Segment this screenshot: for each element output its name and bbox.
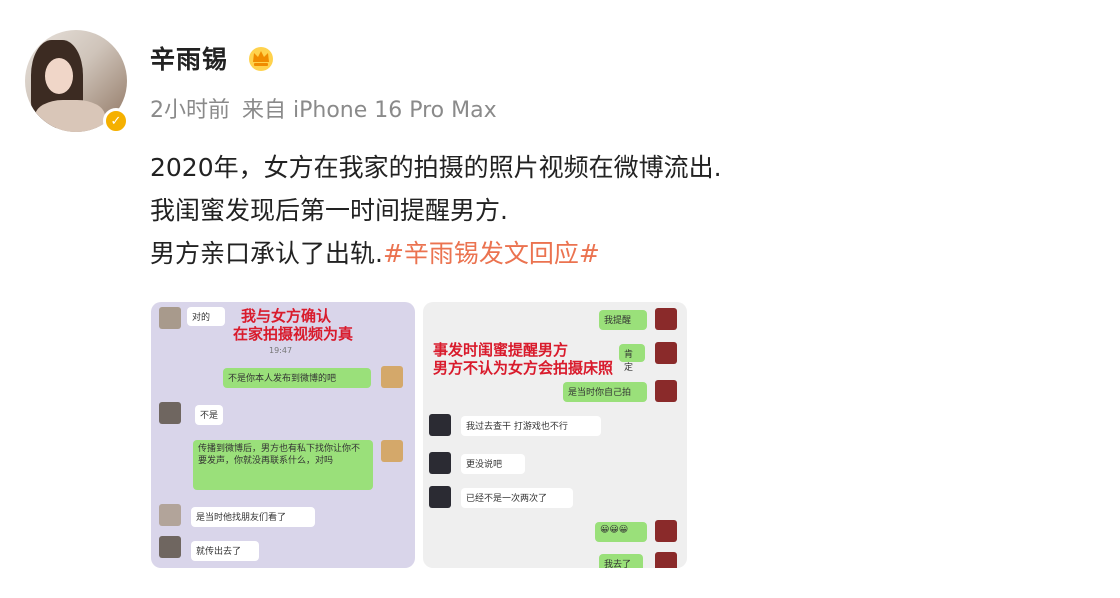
chat-avatar bbox=[159, 504, 181, 526]
post-image-2[interactable]: 我提醒 事发时闺蜜提醒男方 男方不认为女方会拍摄床照 肯定 是当时你自己拍 我过… bbox=[423, 302, 687, 568]
chat-avatar bbox=[381, 366, 403, 388]
chat-avatar bbox=[655, 520, 677, 542]
chat-message: 已经不是一次两次了 bbox=[461, 488, 573, 508]
chat-avatar bbox=[429, 414, 451, 436]
chat-message: 我提醒 bbox=[599, 310, 647, 330]
chat-message: 不是 bbox=[195, 405, 223, 425]
image-caption-line-1: 事发时闺蜜提醒男方 bbox=[433, 341, 569, 359]
chat-avatar bbox=[655, 552, 677, 568]
image-caption-line-2: 男方不认为女方会拍摄床照 bbox=[433, 359, 614, 377]
hashtag-link[interactable]: #辛雨锡发文回应# bbox=[383, 239, 600, 268]
image-caption-line-1: 我与女方确认 bbox=[241, 307, 332, 325]
username[interactable]: 辛雨锡 bbox=[150, 40, 228, 76]
post-meta: 2小时前 来自 iPhone 16 Pro Max bbox=[150, 92, 509, 124]
image-caption-line-2: 在家拍摄视频为真 bbox=[233, 325, 354, 343]
vip-crown-icon bbox=[249, 47, 273, 71]
avatar-body bbox=[35, 100, 105, 132]
chat-message: 对的 bbox=[187, 307, 225, 326]
chat-message: 传播到微博后，男方也有私下找你让你不要发声，你就没再联系什么，对吗 bbox=[193, 440, 373, 490]
chat-avatar bbox=[655, 380, 677, 402]
chat-message: 是当时你自己拍 bbox=[563, 382, 647, 402]
chat-message: 不是你本人发布到微博的吧 bbox=[223, 368, 371, 388]
content-line-3-text: 男方亲口承认了出轨. bbox=[150, 239, 383, 268]
post-content: 2020年，女方在我家的拍摄的照片视频在微博流出. 我闺蜜发现后第一时间提醒男方… bbox=[150, 146, 722, 275]
chat-avatar bbox=[429, 452, 451, 474]
chat-message: 更没说吧 bbox=[461, 454, 525, 474]
chat-message: 😀😀😀 bbox=[595, 522, 647, 542]
verified-badge-icon: ✓ bbox=[103, 108, 129, 134]
chat-message: 我去了 bbox=[599, 554, 643, 568]
chat-time-stamp: 19:47 bbox=[269, 346, 293, 355]
chat-avatar bbox=[159, 307, 181, 329]
chat-avatar bbox=[429, 486, 451, 508]
chat-message: 是当时他找朋友们看了 bbox=[191, 507, 315, 527]
chat-message: 肯定 bbox=[619, 344, 645, 373]
avatar-face bbox=[45, 58, 73, 94]
content-line-2: 我闺蜜发现后第一时间提醒男方. bbox=[150, 196, 508, 225]
chat-avatar bbox=[159, 536, 181, 558]
chat-message: 我过去查干 打游戏也不行 bbox=[461, 416, 601, 436]
chat-message: 就传出去了 bbox=[191, 541, 259, 561]
chat-avatar bbox=[655, 308, 677, 330]
chat-avatar bbox=[655, 342, 677, 364]
post-image-1[interactable]: 对的 我与女方确认 在家拍摄视频为真 19:47 不是你本人发布到微博的吧 不是… bbox=[151, 302, 415, 568]
content-line-1: 2020年，女方在我家的拍摄的照片视频在微博流出. bbox=[150, 153, 722, 182]
post-source: 来自 iPhone 16 Pro Max bbox=[242, 98, 497, 123]
post-time: 2小时前 bbox=[150, 98, 230, 123]
chat-avatar bbox=[381, 440, 403, 462]
chat-avatar bbox=[159, 402, 181, 424]
content-line-3: 男方亲口承认了出轨.#辛雨锡发文回应# bbox=[150, 232, 722, 275]
